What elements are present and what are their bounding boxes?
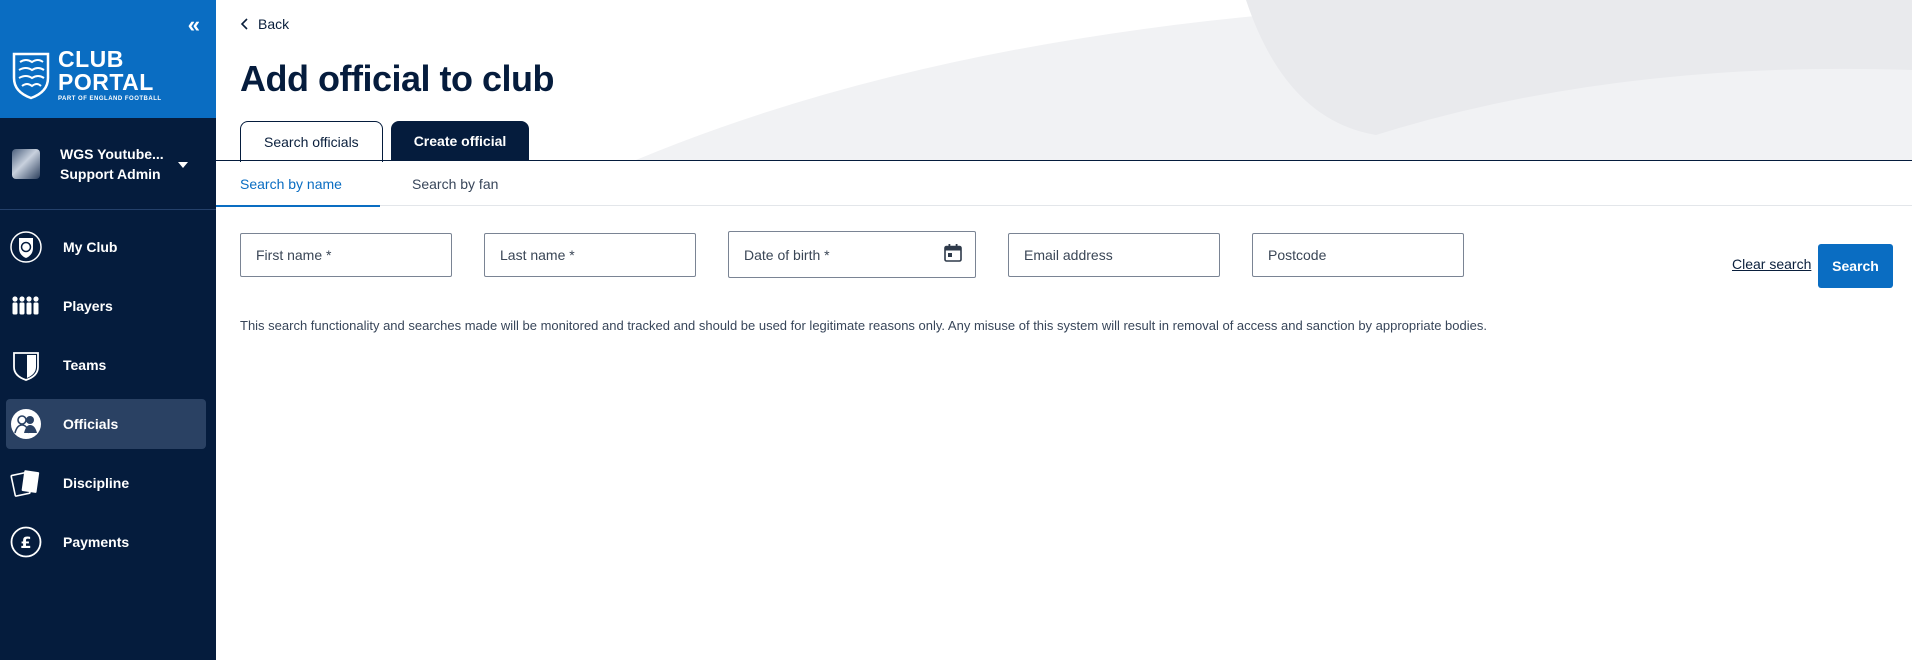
last-name-input[interactable] xyxy=(485,234,695,276)
svg-text:£: £ xyxy=(20,533,31,552)
collapse-sidebar-icon[interactable]: « xyxy=(188,14,200,36)
sidebar-item-teams[interactable]: Teams xyxy=(6,340,206,390)
club-portal-logo[interactable]: CLUB PORTAL PART OF ENGLAND FOOTBALL xyxy=(10,48,162,102)
page-title: Add official to club xyxy=(240,58,554,99)
main-tabs: Search officials Create official xyxy=(240,121,530,162)
clear-search-link[interactable]: Clear search xyxy=(1732,256,1811,272)
subtab-search-by-fan[interactable]: Search by fan xyxy=(388,161,522,206)
caret-down-icon[interactable] xyxy=(178,162,188,168)
sidebar-item-players[interactable]: Players xyxy=(6,281,206,331)
sidebar-item-label: Officials xyxy=(63,416,119,432)
sidebar-nav: My Club Players Teams Officials Discipli… xyxy=(6,222,206,576)
calendar-icon[interactable] xyxy=(943,243,963,263)
sidebar-item-payments[interactable]: £ Payments xyxy=(6,517,206,567)
tab-search-officials[interactable]: Search officials xyxy=(240,121,383,162)
date-of-birth-input[interactable] xyxy=(729,232,975,277)
postcode-field xyxy=(1252,233,1464,277)
chevron-left-icon xyxy=(240,18,248,30)
sidebar-item-officials[interactable]: Officials xyxy=(6,399,206,449)
sidebar-item-label: My Club xyxy=(63,239,118,255)
sidebar: « CLUB PORTAL PART OF ENGLAND FOOTBALL W… xyxy=(0,0,216,660)
pound-icon: £ xyxy=(10,526,42,558)
logo-line-portal: PORTAL xyxy=(58,69,154,95)
club-role: Support Admin xyxy=(60,165,161,182)
sidebar-item-label: Teams xyxy=(63,357,107,373)
main-content: Back Add official to club Search officia… xyxy=(216,0,1912,660)
search-button[interactable]: Search xyxy=(1818,244,1893,288)
last-name-field xyxy=(484,233,696,277)
brand-header: « CLUB PORTAL PART OF ENGLAND FOOTBALL xyxy=(0,0,216,118)
sidebar-item-label: Payments xyxy=(63,534,130,550)
players-icon xyxy=(12,296,39,315)
club-badge-image xyxy=(12,148,40,179)
date-of-birth-field xyxy=(728,231,976,278)
logo-wordmark: CLUB PORTAL PART OF ENGLAND FOOTBALL xyxy=(58,46,162,103)
team-shield-icon xyxy=(13,352,39,381)
first-name-field xyxy=(240,233,452,277)
subtab-search-by-name[interactable]: Search by name xyxy=(216,161,380,207)
sidebar-item-label: Discipline xyxy=(63,475,130,491)
three-lions-crest-icon xyxy=(12,52,50,100)
logo-line-club: CLUB xyxy=(58,46,124,72)
club-name: WGS Youtube... xyxy=(60,145,164,162)
back-link[interactable]: Back xyxy=(240,16,289,32)
postcode-input[interactable] xyxy=(1253,234,1463,276)
back-label: Back xyxy=(258,16,290,32)
email-input[interactable] xyxy=(1009,234,1219,276)
search-subtabs: Search by name Search by fan xyxy=(216,161,1912,207)
cards-icon xyxy=(10,470,40,497)
email-field xyxy=(1008,233,1220,277)
first-name-input[interactable] xyxy=(241,234,451,276)
sidebar-item-discipline[interactable]: Discipline xyxy=(6,458,206,508)
sidebar-item-label: Players xyxy=(63,298,113,314)
shield-ball-icon xyxy=(10,231,42,263)
logo-tagline: PART OF ENGLAND FOOTBALL xyxy=(58,96,162,102)
club-switcher[interactable]: WGS Youtube... Support Admin xyxy=(0,118,216,210)
tab-create-official[interactable]: Create official xyxy=(390,121,530,161)
officials-icon xyxy=(11,409,41,439)
club-info: WGS Youtube... Support Admin xyxy=(60,144,164,184)
sidebar-item-my-club[interactable]: My Club xyxy=(6,222,206,272)
search-disclaimer: This search functionality and searches m… xyxy=(240,318,1487,333)
